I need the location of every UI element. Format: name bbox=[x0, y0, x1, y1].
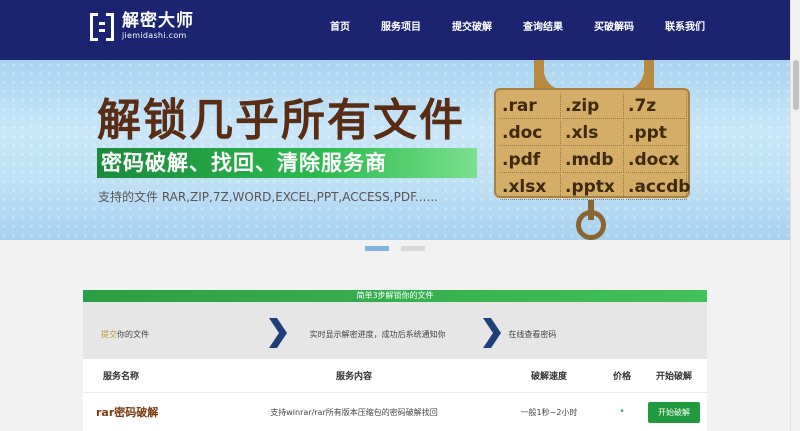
ext-label: .pdf bbox=[500, 148, 561, 173]
hero-banner[interactable]: 解锁几乎所有文件 密码破解、找回、清除服务商 支持的文件 RAR,ZIP,7Z,… bbox=[0, 60, 790, 240]
top-header: 解密大师 jiemidashi.com 首页 服务项目 提交破解 查询结果 买破… bbox=[0, 0, 790, 60]
page-scrollbar[interactable] bbox=[790, 0, 800, 431]
ext-label: .7z bbox=[626, 94, 687, 119]
supported-formats-text: 支持的文件 RAR,ZIP,7Z,WORD,EXCEL,PPT,ACCESS,P… bbox=[98, 190, 438, 204]
ext-label: .zip bbox=[563, 94, 624, 119]
logo-domain: jiemidashi.com bbox=[122, 31, 187, 40]
nav-submit[interactable]: 提交破解 bbox=[452, 0, 492, 60]
nav-buy-code[interactable]: 买破解码 bbox=[594, 0, 634, 60]
logo-name: 解密大师 bbox=[122, 11, 194, 31]
service-content: 支持winrar/rar所有版本压缩包的密码破解找回 bbox=[270, 407, 438, 417]
carousel-dot-1[interactable] bbox=[365, 246, 389, 251]
nav-results[interactable]: 查询结果 bbox=[523, 0, 563, 60]
banner-subheadline-bar: 密码破解、找回、清除服务商 bbox=[97, 148, 477, 178]
logo-icon bbox=[90, 12, 114, 41]
nav-contact[interactable]: 联系我们 bbox=[665, 0, 705, 60]
three-steps-panel: 简单3步解锁你的文件 提交你的文件 实时显示解密进度，成功后系统通知你 在线查看… bbox=[83, 290, 707, 366]
step-3: 在线查看密码 bbox=[508, 329, 557, 339]
ext-label: .xls bbox=[563, 121, 624, 146]
carousel-indicators bbox=[365, 246, 425, 251]
step-1: 提交你的文件 bbox=[83, 329, 300, 340]
banner-subheadline: 密码破解、找回、清除服务商 bbox=[101, 151, 387, 175]
padlock-illustration: .rar .zip .7z .doc .xls .ppt .pdf .mdb .… bbox=[494, 60, 694, 240]
chevron-right-icon bbox=[269, 318, 287, 348]
col-header-speed: 破解速度 bbox=[530, 372, 567, 382]
steps-title: 简单3步解锁你的文件 bbox=[83, 290, 707, 302]
carousel-dot-2[interactable] bbox=[401, 246, 425, 251]
col-header-price: 价格 bbox=[612, 372, 631, 382]
nav-services[interactable]: 服务项目 bbox=[381, 0, 421, 60]
ext-label: .rar bbox=[500, 94, 561, 119]
ext-label: .doc bbox=[500, 121, 561, 146]
col-header-content: 服务内容 bbox=[335, 372, 372, 382]
key-ring-icon bbox=[576, 210, 606, 240]
step-1-text: 你的文件 bbox=[117, 329, 149, 339]
chevron-right-icon bbox=[483, 318, 501, 348]
banner-headline: 解锁几乎所有文件 bbox=[97, 95, 465, 146]
service-name[interactable]: rar密码破解 bbox=[83, 404, 213, 420]
scrollbar-thumb[interactable] bbox=[793, 60, 799, 110]
nav-home[interactable]: 首页 bbox=[330, 0, 350, 60]
col-header-action: 开始破解 bbox=[655, 372, 692, 382]
step-2: 实时显示解密进度，成功后系统通知你 bbox=[309, 329, 446, 339]
step-1-highlight: 提交 bbox=[101, 329, 117, 339]
ext-label: .docx bbox=[626, 148, 687, 173]
service-speed: 一般1秒~2小时 bbox=[520, 407, 578, 417]
services-table: 服务名称 服务内容 破解速度 价格 开始破解 rar密码破解 支持winrar/… bbox=[83, 359, 707, 431]
main-nav: 首页 服务项目 提交破解 查询结果 买破解码 联系我们 bbox=[330, 0, 736, 60]
col-header-name: 服务名称 bbox=[103, 372, 140, 382]
table-row: rar密码破解 支持winrar/rar所有版本压缩包的密码破解找回 一般1秒~… bbox=[83, 393, 707, 431]
ext-label: .mdb bbox=[563, 148, 624, 173]
site-logo[interactable]: 解密大师 jiemidashi.com bbox=[90, 12, 194, 41]
ext-label: .pptx bbox=[563, 175, 624, 200]
padlock-body: .rar .zip .7z .doc .xls .ppt .pdf .mdb .… bbox=[494, 88, 690, 200]
start-crack-button[interactable]: 开始破解 bbox=[648, 401, 700, 423]
ext-label: .ppt bbox=[626, 121, 687, 146]
service-price: • bbox=[619, 407, 625, 417]
ext-label: .accdb bbox=[626, 175, 690, 200]
extension-grid: .rar .zip .7z .doc .xls .ppt .pdf .mdb .… bbox=[500, 94, 690, 200]
ext-label: .xlsx bbox=[500, 175, 561, 200]
table-header: 服务名称 服务内容 破解速度 价格 开始破解 bbox=[83, 359, 707, 393]
